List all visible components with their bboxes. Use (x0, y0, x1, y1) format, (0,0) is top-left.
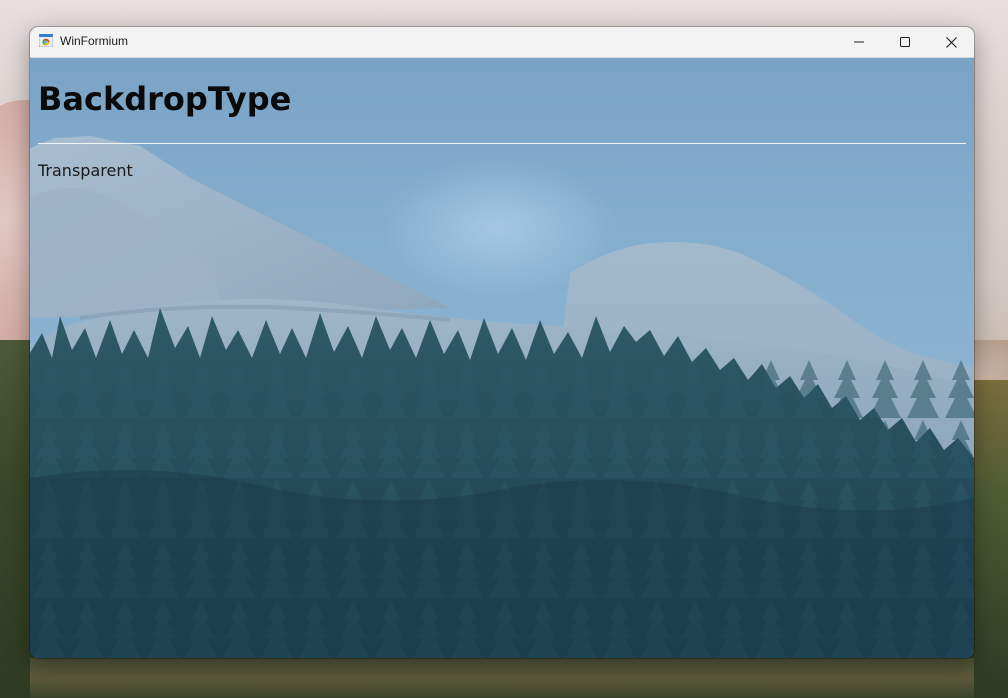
minimize-icon (854, 41, 864, 43)
chromium-app-icon (39, 34, 53, 47)
backdrop-type-value: Transparent (38, 161, 133, 180)
app-window: WinFormium BackdropType Transparent (30, 27, 974, 658)
maximize-button[interactable] (882, 27, 928, 57)
wallpaper-forest-right (974, 380, 1008, 698)
title-bar[interactable]: WinFormium (30, 27, 974, 58)
window-title: WinFormium (60, 34, 128, 48)
web-content-area: BackdropType Transparent (30, 58, 974, 658)
minimize-button[interactable] (836, 27, 882, 57)
horizontal-rule (38, 143, 966, 144)
wallpaper-forest-bottom (30, 658, 974, 698)
wallpaper-forest-left (0, 340, 34, 698)
maximize-icon (900, 37, 910, 47)
page-heading: BackdropType (38, 80, 292, 118)
close-button[interactable] (928, 27, 974, 57)
transparent-backdrop-scene (30, 58, 974, 658)
close-icon (945, 36, 957, 48)
